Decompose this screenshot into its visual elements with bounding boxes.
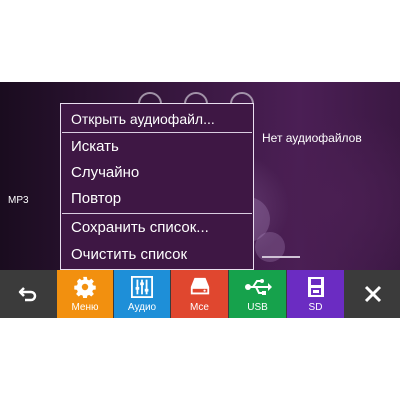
track-progress [262,256,300,258]
audio-button-label: Аудио [127,302,157,313]
menu-item-clear-list[interactable]: Очистить список [61,242,253,267]
sd-button-label: SD [308,302,323,313]
storage-button[interactable]: Мсе [171,270,228,318]
menu-divider [62,132,252,133]
menu-button[interactable]: Меню [57,270,113,318]
usb-icon [244,279,272,295]
back-button[interactable] [0,270,56,318]
no-files-message: Нет аудиофайлов [262,131,362,145]
format-label: MP3 [8,195,29,206]
back-icon [18,287,37,302]
audio-button[interactable]: Аудио [114,270,170,318]
menu-button-label: Меню [71,302,99,313]
context-menu: Открыть аудиофайл... Искать Случайно Пов… [60,103,254,270]
bottom-toolbar: Меню Аудио Мсе USB SD [0,270,400,318]
menu-item-open-audio[interactable]: Открыть аудиофайл... [61,107,253,131]
menu-item-repeat[interactable]: Повтор [61,186,253,211]
usb-button[interactable]: USB [229,270,286,318]
storage-icon [190,277,209,295]
gear-icon [74,276,96,298]
menu-item-search[interactable]: Искать [61,134,253,159]
menu-divider [62,213,252,214]
sd-button[interactable]: SD [287,270,344,318]
menu-item-save-list[interactable]: Сохранить список... [61,215,253,240]
equalizer-icon [131,276,153,298]
sd-card-icon [307,277,324,297]
menu-item-shuffle[interactable]: Случайно [61,160,253,185]
close-button[interactable] [345,270,400,318]
storage-button-label: Мсе [189,302,209,313]
usb-button-label: USB [247,302,268,313]
close-icon [364,285,381,303]
